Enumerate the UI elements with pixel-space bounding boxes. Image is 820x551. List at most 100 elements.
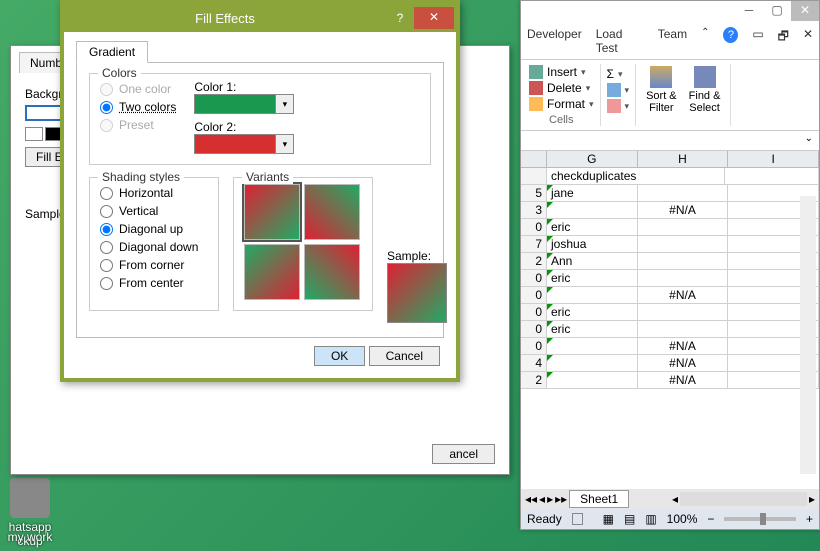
insert-icon xyxy=(529,65,543,79)
format-icon xyxy=(529,97,543,111)
fill-effects-dialog: Fill Effects ? ✕ Gradient Colors One col… xyxy=(60,0,460,382)
format-button[interactable]: Format▾ xyxy=(529,96,594,112)
radio-horizontal[interactable]: Horizontal xyxy=(100,184,208,202)
radio-diagonal-up[interactable]: Diagonal up xyxy=(100,220,208,238)
ribbon-customize-icon[interactable]: ⌃ xyxy=(701,27,709,55)
window-close-icon[interactable]: ✕ xyxy=(803,27,813,55)
ribbon-tab-developer[interactable]: Developer xyxy=(527,27,582,55)
zoom-in-button[interactable]: + xyxy=(806,512,813,526)
window-minimize-icon[interactable]: ▭ xyxy=(752,27,763,55)
radio-input xyxy=(100,119,113,132)
select-all-corner[interactable] xyxy=(521,151,547,168)
delete-icon xyxy=(529,81,543,95)
sheet-tab-bar: ◂◂ ◂ ▸ ▸▸ Sheet1 ◂ ▸ xyxy=(521,489,819,509)
sort-filter-button[interactable]: Sort & Filter xyxy=(642,64,681,126)
radio-input[interactable] xyxy=(100,187,113,200)
color1-label: Color 1: xyxy=(194,80,294,94)
horizontal-scrollbar[interactable] xyxy=(680,492,807,506)
fill-button[interactable]: ▾ xyxy=(607,82,630,98)
dialog-close-button[interactable]: ✕ xyxy=(414,7,454,29)
worksheet-grid[interactable]: checkduplicates 5jane 3#N/A 0eric 7joshu… xyxy=(521,168,819,428)
color2-dropdown[interactable]: ▾ xyxy=(194,134,294,154)
radio-input[interactable] xyxy=(100,205,113,218)
radio-input[interactable] xyxy=(100,223,113,236)
ribbon-tab-team[interactable]: Team xyxy=(658,27,687,55)
variant-3[interactable] xyxy=(244,244,300,300)
variant-4[interactable] xyxy=(304,244,360,300)
status-ready: Ready xyxy=(527,512,562,526)
cancel-button[interactable]: Cancel xyxy=(369,346,440,366)
sheet-nav-first-icon[interactable]: ◂◂ xyxy=(525,492,537,506)
dropdown-arrow-icon[interactable]: ▾ xyxy=(625,101,630,112)
dropdown-arrow-icon[interactable]: ▾ xyxy=(589,99,594,110)
dropdown-arrow-icon[interactable]: ▾ xyxy=(618,69,623,80)
sheet-nav-next-icon[interactable]: ▸ xyxy=(547,492,553,506)
find-select-icon xyxy=(694,66,716,88)
delete-button[interactable]: Delete▾ xyxy=(529,80,594,96)
ok-button[interactable]: OK xyxy=(314,346,365,366)
dropdown-arrow-icon[interactable]: ▾ xyxy=(625,85,630,96)
dropdown-arrow-icon[interactable]: ▾ xyxy=(275,135,293,153)
window-restore-icon[interactable]: 🗗 xyxy=(778,27,789,55)
radio-one-color: One color xyxy=(100,80,176,98)
radio-preset: Preset xyxy=(100,116,176,134)
hscroll-right-icon[interactable]: ▸ xyxy=(809,492,815,506)
find-select-button[interactable]: Find & Select xyxy=(685,64,725,126)
variant-1[interactable] xyxy=(244,184,300,240)
sheet-nav-last-icon[interactable]: ▸▸ xyxy=(555,492,567,506)
ribbon-group-editing: Sort & Filter Find & Select Editing xyxy=(636,64,731,126)
minimize-button[interactable]: ─ xyxy=(735,1,763,21)
view-pagebreak-icon[interactable]: ▥ xyxy=(645,512,656,526)
view-layout-icon[interactable]: ▤ xyxy=(624,512,635,526)
close-button[interactable]: ✕ xyxy=(791,1,819,21)
sort-filter-icon xyxy=(650,66,672,88)
radio-from-corner[interactable]: From corner xyxy=(100,256,208,274)
column-header-h[interactable]: H xyxy=(638,151,729,168)
autosum-button[interactable]: Σ▾ xyxy=(607,66,630,82)
insert-button[interactable]: Insert▾ xyxy=(529,64,594,80)
radio-input[interactable] xyxy=(100,101,113,114)
radio-from-center[interactable]: From center xyxy=(100,274,208,292)
ribbon-group-cells: Insert▾ Delete▾ Format▾ Cells xyxy=(523,64,601,126)
column-header-g[interactable]: G xyxy=(547,151,638,168)
macro-record-icon[interactable] xyxy=(572,513,583,525)
dialog-help-button[interactable]: ? xyxy=(386,11,414,25)
clear-button[interactable]: ▾ xyxy=(607,98,630,114)
color2-label: Color 2: xyxy=(194,120,294,134)
radio-vertical[interactable]: Vertical xyxy=(100,202,208,220)
radio-input[interactable] xyxy=(100,241,113,254)
zoom-level[interactable]: 100% xyxy=(667,512,698,526)
whatsapp-icon xyxy=(10,478,50,518)
color-swatch[interactable] xyxy=(25,127,43,141)
tab-gradient[interactable]: Gradient xyxy=(76,41,148,63)
zoom-out-button[interactable]: − xyxy=(707,512,714,526)
color1-swatch xyxy=(195,95,275,113)
zoom-slider[interactable] xyxy=(724,517,796,521)
hscroll-left-icon[interactable]: ◂ xyxy=(672,492,678,506)
dropdown-arrow-icon[interactable]: ▾ xyxy=(275,95,293,113)
vertical-scrollbar[interactable] xyxy=(800,196,816,474)
cancel-button[interactable]: ancel xyxy=(432,444,495,464)
excel-window: ─ ▢ ✕ Developer Load Test Team ⌃ ? ▭ 🗗 ✕… xyxy=(520,0,820,530)
variants-legend: Variants xyxy=(242,170,293,184)
variant-2[interactable] xyxy=(304,184,360,240)
maximize-button[interactable]: ▢ xyxy=(763,1,791,21)
sample-label: Sample: xyxy=(387,249,447,263)
radio-input[interactable] xyxy=(100,277,113,290)
dialog-titlebar[interactable]: Fill Effects ? ✕ xyxy=(64,4,456,32)
color1-dropdown[interactable]: ▾ xyxy=(194,94,294,114)
radio-input[interactable] xyxy=(100,259,113,272)
expand-formula-bar-icon[interactable]: ⌄ xyxy=(805,133,813,144)
sheet-tab[interactable]: Sheet1 xyxy=(569,490,629,508)
dropdown-arrow-icon[interactable]: ▾ xyxy=(581,67,586,78)
sheet-nav-prev-icon[interactable]: ◂ xyxy=(539,492,545,506)
radio-diagonal-down[interactable]: Diagonal down xyxy=(100,238,208,256)
column-header-i[interactable]: I xyxy=(728,151,819,168)
desktop-icon-mywork[interactable]: my work xyxy=(0,530,60,544)
view-normal-icon[interactable]: ▦ xyxy=(603,512,614,526)
help-icon[interactable]: ? xyxy=(723,27,738,43)
radio-two-colors[interactable]: Two colors xyxy=(100,98,176,116)
dropdown-arrow-icon[interactable]: ▾ xyxy=(586,83,591,94)
formula-bar[interactable]: ⌄ xyxy=(521,131,819,151)
ribbon-tab-loadtest[interactable]: Load Test xyxy=(596,27,644,55)
